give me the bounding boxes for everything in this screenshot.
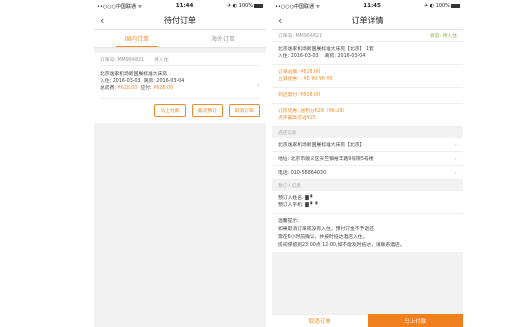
screenshot-canvas: ••○○○中国联通 ᯤ 11:44 ✈ ◐ 100% ‹ 待付订单 国内订单 海… — [0, 0, 528, 327]
stay-dates: 入住: 2016-03-03 离房: 2016-03-04 — [100, 79, 185, 84]
payable-price: ¥628.00 — [153, 86, 174, 91]
cancel-order-button[interactable]: 取消订单 — [228, 104, 260, 117]
page-title: 待付订单 — [164, 16, 196, 25]
time-label: 11:45 — [363, 3, 381, 9]
tip-line: 房间保留到23:00点 12:00,如不能及时抵达，请联系酒店。 — [278, 243, 405, 248]
hotel-info-header: 酒店信息 — [272, 127, 463, 138]
bottom-action-bar: 取消订单 马上付款 — [272, 314, 463, 327]
battery-icon — [450, 3, 460, 8]
tips-section: 温馨提示: 如果取消订单或没有入住，预付订金不予退还 需在6小时前确认，并按时抵… — [272, 214, 463, 252]
guest-info-header: 预订人信息 — [272, 180, 463, 191]
time-label: 11:44 — [175, 3, 194, 9]
nav-bar: ‹ 待付订单 — [94, 12, 266, 30]
review-reward-link[interactable]: 点评最高可返¥25 — [278, 115, 457, 122]
chevron-right-icon: › — [454, 168, 457, 177]
order-tabs: 国内订单 海外订单 — [94, 30, 266, 48]
hotel-name: 北京逸家机场新国展标准大床房 — [100, 72, 168, 77]
price-row: 总房费: ¥628.00 应付: ¥628.00 — [100, 86, 174, 91]
address-row[interactable]: 地址: 北京市顺义区天竺镇裕丰路9号院5号楼 › — [272, 152, 463, 166]
status-bar: ••○○○中国联通 ᯤ 11:45 ✈ ◐ 100% — [272, 0, 463, 12]
tab-domestic-orders[interactable]: 国内订单 — [94, 30, 180, 47]
tips-title: 温馨提示: — [278, 219, 299, 224]
order-status: 状态: 待入住 — [429, 34, 457, 39]
coupon-section: 订房优惠: 送积分628（¥6.28） 点评最高可返¥25 — [272, 104, 463, 127]
carrier-label: ••○○○中国联通 ᯤ — [275, 3, 321, 10]
chevron-right-icon: › — [454, 154, 457, 163]
pending-orders-screen: ••○○○中国联通 ᯤ 11:44 ✈ ◐ 100% ‹ 待付订单 国内订单 海… — [94, 0, 266, 327]
page-title: 订单详情 — [351, 16, 384, 25]
order-number: 订单号: MM964821 — [278, 34, 323, 39]
price-summary: 订单总额: ¥628.00 立减优惠: - ¥0 ¥0 ¥0 ¥0 — [272, 65, 463, 88]
order-detail-screen: ••○○○中国联通 ᯤ 11:45 ✈ ◐ 100% ‹ 订单详情 订单号: M… — [272, 0, 463, 327]
tab-overseas-orders[interactable]: 海外订单 — [180, 30, 266, 47]
guest-phone: 预订人手机: ▇ ▘ ▘ — [278, 203, 320, 208]
guest-name: 预订人姓名: ▇ ▘ — [278, 196, 315, 201]
carrier-label: ••○○○中国联通 ᯤ — [97, 3, 143, 10]
back-arrow-icon[interactable]: ‹ — [100, 14, 104, 28]
battery-indicator: ✈ ◐ 100% — [227, 3, 263, 9]
rebook-button[interactable]: 再次预订 — [191, 104, 223, 117]
tip-line: 需在6小时前确认，并按时抵达酒店入住。 — [278, 235, 368, 240]
order-summary: 北京逸家机场新国展标准大床房【北京】 1套 入住: 2016-03-03 离房:… — [272, 42, 463, 65]
chevron-right-icon: › — [454, 140, 457, 149]
pay-now-button[interactable]: 马上付款 — [367, 314, 463, 327]
order-state-row: 订单号: MM964821 状态: 待入住 — [272, 30, 463, 42]
order-actions: 马上付款 再次预订 取消订单 — [100, 98, 260, 123]
pay-now-button[interactable]: 马上付款 — [154, 104, 186, 117]
order-header: 订单号: MM964821 待入住 — [100, 53, 260, 66]
order-number: 订单号: MM964821 — [100, 57, 145, 63]
tip-line: 如果取消订单或没有入住，预付订金不予退还 — [278, 227, 374, 232]
prepay-amount: 到店需付: ¥508.00 — [278, 93, 321, 98]
coupon-points: 订房优惠: 送积分628（¥6.28） — [278, 109, 348, 114]
hotel-room-line: 北京逸家机场新国展标准大床房【北京】 1套 — [278, 47, 374, 52]
order-card[interactable]: 订单号: MM964821 待入住 北京逸家机场新国展标准大床房 入住: 201… — [94, 53, 266, 123]
battery-indicator: ✈ ◐ 100% — [424, 3, 460, 9]
guest-info: 预订人姓名: ▇ ▘ 预订人手机: ▇ ▘ ▘ — [272, 191, 463, 214]
order-body: 北京逸家机场新国展标准大床房 入住: 2016-03-03 离房: 2016-0… — [100, 66, 260, 98]
order-status: 待入住 — [154, 57, 169, 63]
prepay-row: 到店需付: ¥508.00 — [272, 88, 463, 104]
chevron-right-icon: › — [256, 80, 260, 89]
phone-row[interactable]: 电话: 010-56864030 › — [272, 166, 463, 180]
back-arrow-icon[interactable]: ‹ — [278, 14, 282, 28]
cancel-order-button[interactable]: 取消订单 — [272, 314, 368, 327]
order-amount: 订单总额: ¥628.00 — [278, 70, 321, 75]
hotel-name-row[interactable]: 北京逸家机场新国展标准大床房【北京】 › — [272, 138, 463, 152]
instant-discount: 立减优惠: - ¥0 ¥0 ¥0 ¥0 — [278, 77, 333, 82]
nav-bar: ‹ 订单详情 — [272, 12, 463, 30]
status-bar: ••○○○中国联通 ᯤ 11:44 ✈ ◐ 100% — [94, 0, 266, 12]
battery-icon — [253, 3, 263, 8]
total-price: ¥628.00 — [117, 86, 138, 91]
stay-dates: 入住: 2016-03-03 离房: 2016-03-04 — [278, 54, 366, 59]
